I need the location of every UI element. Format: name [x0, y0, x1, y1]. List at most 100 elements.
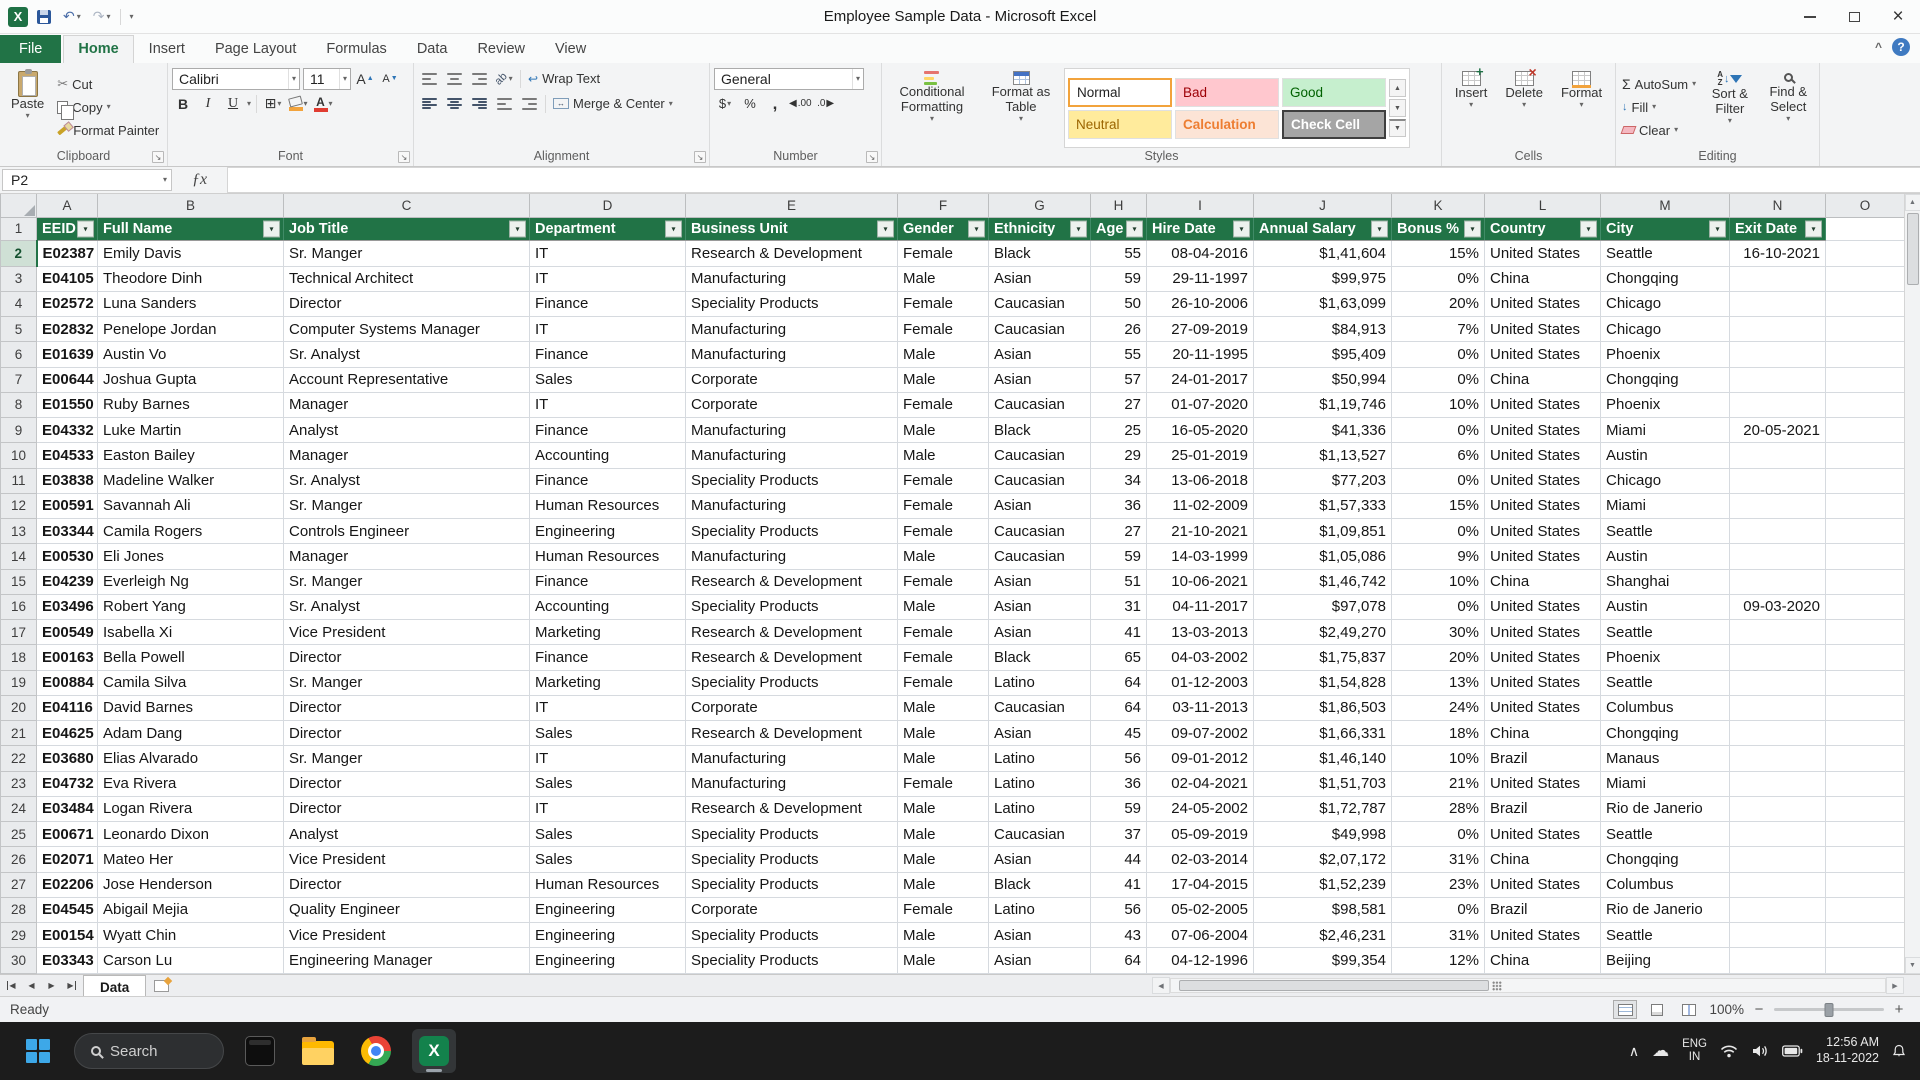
- filter-button[interactable]: ▾: [1070, 220, 1087, 237]
- cell[interactable]: Asian: [989, 948, 1091, 974]
- cell[interactable]: Leonardo Dixon: [98, 822, 284, 847]
- row-number-28[interactable]: 28: [1, 897, 37, 922]
- qat-customize-button[interactable]: ▾: [127, 6, 137, 28]
- column-header-N[interactable]: N: [1730, 194, 1826, 217]
- cell[interactable]: Chicago: [1601, 468, 1730, 493]
- cell[interactable]: Corporate: [686, 367, 898, 392]
- cell-style-checkcell[interactable]: Check Cell: [1282, 110, 1386, 139]
- cell[interactable]: [1826, 544, 1905, 569]
- cell[interactable]: 10%: [1392, 392, 1485, 417]
- font-color-button[interactable]: A▾: [312, 93, 334, 115]
- cell[interactable]: [1826, 468, 1905, 493]
- collapse-ribbon-button[interactable]: ^: [1875, 40, 1882, 54]
- cell[interactable]: [1826, 217, 1905, 241]
- cell[interactable]: Vice President: [284, 620, 530, 645]
- fill-button[interactable]: ↓Fill▾: [1620, 97, 1698, 118]
- cell[interactable]: [1826, 695, 1905, 720]
- cell[interactable]: $2,07,172: [1254, 847, 1392, 872]
- row-number-17[interactable]: 17: [1, 620, 37, 645]
- zoom-in-button[interactable]: +: [1892, 1001, 1906, 1018]
- cell[interactable]: [1730, 796, 1826, 821]
- cell[interactable]: 05-02-2005: [1147, 897, 1254, 922]
- cell[interactable]: [1730, 317, 1826, 342]
- cell[interactable]: 08-04-2016: [1147, 241, 1254, 266]
- dialog-launcher-icon[interactable]: ↘: [152, 151, 164, 163]
- column-header-L[interactable]: L: [1485, 194, 1601, 217]
- cell[interactable]: Male: [898, 418, 989, 443]
- cell[interactable]: Finance: [530, 418, 686, 443]
- wifi-icon[interactable]: [1720, 1044, 1738, 1058]
- cell[interactable]: 65: [1091, 645, 1147, 670]
- cell[interactable]: Rio de Janerio: [1601, 796, 1730, 821]
- cell[interactable]: Research & Development: [686, 241, 898, 266]
- cell[interactable]: [1730, 392, 1826, 417]
- cell[interactable]: Eva Rivera: [98, 771, 284, 796]
- cell[interactable]: Brazil: [1485, 897, 1601, 922]
- cell[interactable]: Caucasian: [989, 317, 1091, 342]
- cell[interactable]: Female: [898, 291, 989, 316]
- cell[interactable]: [1826, 721, 1905, 746]
- maximize-button[interactable]: [1832, 0, 1876, 33]
- cell[interactable]: 0%: [1392, 519, 1485, 544]
- header-cell[interactable]: Job Title▾: [284, 217, 530, 241]
- cell[interactable]: Speciality Products: [686, 670, 898, 695]
- cell[interactable]: Eli Jones: [98, 544, 284, 569]
- italic-button[interactable]: I: [197, 93, 219, 115]
- cell[interactable]: $1,51,703: [1254, 771, 1392, 796]
- cell[interactable]: Director: [284, 645, 530, 670]
- cell[interactable]: E00163: [37, 645, 98, 670]
- cell[interactable]: E00591: [37, 493, 98, 518]
- cell[interactable]: Luke Martin: [98, 418, 284, 443]
- cell[interactable]: 9%: [1392, 544, 1485, 569]
- decrease-indent-button[interactable]: [493, 93, 515, 115]
- cell[interactable]: 0%: [1392, 266, 1485, 291]
- taskbar-app-pinned[interactable]: [238, 1029, 282, 1073]
- cell[interactable]: Male: [898, 544, 989, 569]
- cell[interactable]: Research & Development: [686, 796, 898, 821]
- cell[interactable]: [1826, 796, 1905, 821]
- onedrive-cloud-icon[interactable]: ☁: [1652, 1041, 1669, 1061]
- cell[interactable]: 26-10-2006: [1147, 291, 1254, 316]
- cell[interactable]: Savannah Ali: [98, 493, 284, 518]
- cell[interactable]: [1826, 746, 1905, 771]
- cell[interactable]: Director: [284, 695, 530, 720]
- row-number-5[interactable]: 5: [1, 317, 37, 342]
- cell[interactable]: Marketing: [530, 620, 686, 645]
- cell[interactable]: E01550: [37, 392, 98, 417]
- cell[interactable]: 51: [1091, 569, 1147, 594]
- cell[interactable]: Sr. Manger: [284, 746, 530, 771]
- cell[interactable]: 15%: [1392, 241, 1485, 266]
- cell[interactable]: 17-04-2015: [1147, 872, 1254, 897]
- cell[interactable]: IT: [530, 317, 686, 342]
- cell[interactable]: IT: [530, 266, 686, 291]
- align-right-button[interactable]: [468, 93, 490, 115]
- font-size-select[interactable]: 11▾: [303, 68, 351, 90]
- cell[interactable]: $1,86,503: [1254, 695, 1392, 720]
- cell[interactable]: [1826, 443, 1905, 468]
- cell[interactable]: Latino: [989, 796, 1091, 821]
- wrap-text-button[interactable]: ↩Wrap Text: [526, 68, 602, 89]
- cell[interactable]: 16-05-2020: [1147, 418, 1254, 443]
- cell[interactable]: 21-10-2021: [1147, 519, 1254, 544]
- cell[interactable]: Black: [989, 645, 1091, 670]
- cell[interactable]: Carson Lu: [98, 948, 284, 974]
- sheet-tab-data[interactable]: Data: [83, 975, 146, 996]
- cell[interactable]: Controls Engineer: [284, 519, 530, 544]
- cell[interactable]: [1826, 594, 1905, 619]
- cell[interactable]: Female: [898, 241, 989, 266]
- cell[interactable]: $99,975: [1254, 266, 1392, 291]
- cell[interactable]: E00884: [37, 670, 98, 695]
- cell[interactable]: Manager: [284, 392, 530, 417]
- row-number-18[interactable]: 18: [1, 645, 37, 670]
- cell[interactable]: 31%: [1392, 923, 1485, 948]
- percent-style-button[interactable]: %: [739, 93, 761, 115]
- cell[interactable]: $97,078: [1254, 594, 1392, 619]
- header-cell[interactable]: Department▾: [530, 217, 686, 241]
- filter-button[interactable]: ▾: [509, 220, 526, 237]
- cell[interactable]: [1730, 367, 1826, 392]
- header-cell[interactable]: Hire Date▾: [1147, 217, 1254, 241]
- cell[interactable]: United States: [1485, 443, 1601, 468]
- horizontal-scrollbar-track[interactable]: [1170, 978, 1886, 993]
- cell[interactable]: 13%: [1392, 670, 1485, 695]
- row-number-24[interactable]: 24: [1, 796, 37, 821]
